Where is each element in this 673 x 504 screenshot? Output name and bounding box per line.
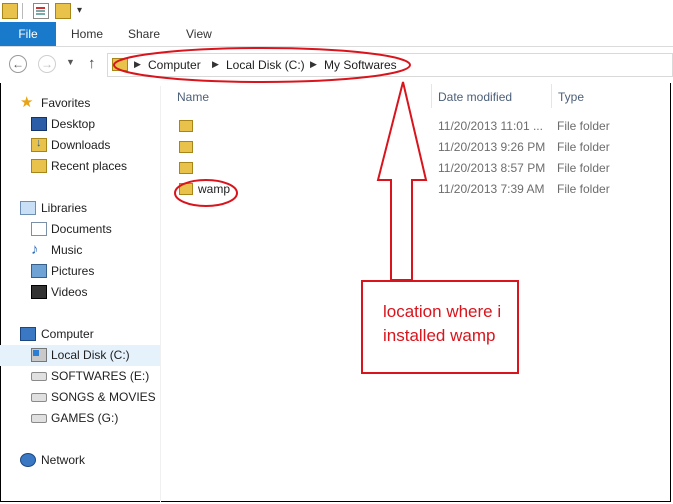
folder-icon <box>179 162 193 174</box>
column-separator[interactable] <box>551 84 552 108</box>
nav-label: Documents <box>51 222 112 236</box>
network-icon <box>20 453 36 467</box>
file-type: File folder <box>557 161 610 175</box>
navigation-bar: ← → ▼ ↑ ▶ Computer ▶ Local Disk (C:) ▶ M… <box>0 47 673 83</box>
column-separator[interactable] <box>431 84 432 108</box>
nav-recent-places[interactable]: Recent places <box>0 156 160 177</box>
computer-icon <box>20 327 36 341</box>
file-type: File folder <box>557 182 610 196</box>
breadcrumb-arrow-icon[interactable]: ▶ <box>310 59 317 70</box>
forward-icon[interactable]: → <box>38 55 56 73</box>
new-folder-icon[interactable] <box>55 3 71 19</box>
file-name: wamp <box>198 182 231 196</box>
nav-label: GAMES (G:) <box>51 411 119 425</box>
local-disk-icon <box>31 348 47 362</box>
annotation-text: location where i installed wamp <box>383 302 502 345</box>
column-header-type[interactable]: Type <box>558 90 584 104</box>
recent-locations-icon[interactable]: ▼ <box>66 57 75 67</box>
navigation-pane: ★ Favorites Desktop Downloads Recent pla… <box>0 86 160 502</box>
file-row-wamp[interactable]: wamp 11/20/2013 7:39 AM File folder <box>176 179 666 200</box>
breadcrumb-computer[interactable]: Computer <box>148 58 201 72</box>
folder-icon[interactable] <box>2 3 18 19</box>
up-icon[interactable]: ↑ <box>88 55 96 72</box>
title-bar: ▾ <box>0 0 673 22</box>
breadcrumb-arrow-icon[interactable]: ▶ <box>212 59 219 70</box>
file-row[interactable]: 11/20/2013 8:57 PM File folder <box>176 158 666 179</box>
address-folder-icon <box>112 58 128 71</box>
file-date: 11/20/2013 7:39 AM <box>438 182 545 196</box>
nav-desktop[interactable]: Desktop <box>0 114 160 135</box>
nav-label: SONGS & MOVIES (F <box>51 390 159 404</box>
breadcrumb-my-softwares[interactable]: My Softwares <box>324 58 397 72</box>
folder-icon <box>179 141 193 153</box>
nav-label: Music <box>51 243 83 257</box>
downloads-icon <box>31 137 47 152</box>
file-row[interactable]: 11/20/2013 9:26 PM File folder <box>176 137 666 158</box>
music-icon: ♪ <box>31 241 39 258</box>
tab-home[interactable]: Home <box>71 22 103 46</box>
file-date: 11/20/2013 11:01 ... <box>438 119 543 133</box>
breadcrumb-arrow-icon[interactable]: ▶ <box>134 59 141 70</box>
nav-label: Pictures <box>51 264 95 278</box>
ribbon-tabs: File Home Share View <box>0 22 673 47</box>
file-type: File folder <box>557 140 610 154</box>
annotation-callout: location where i installed wamp <box>361 280 519 374</box>
nav-label: Downloads <box>51 138 111 152</box>
file-date: 11/20/2013 8:57 PM <box>438 161 546 175</box>
properties-icon[interactable] <box>33 3 49 19</box>
nav-label: SOFTWARES (E:) <box>51 369 150 383</box>
column-header-date-modified[interactable]: Date modified <box>438 90 512 104</box>
nav-network[interactable]: Network <box>0 450 160 471</box>
nav-documents[interactable]: Documents <box>0 219 160 240</box>
nav-music[interactable]: ♪ Music <box>0 240 160 261</box>
nav-label: Local Disk (C:) <box>51 348 130 362</box>
nav-songs-movies-f[interactable]: SONGS & MOVIES (F <box>0 387 160 408</box>
customize-dropdown-icon[interactable]: ▾ <box>77 5 82 16</box>
drive-icon <box>31 414 47 423</box>
pane-divider[interactable] <box>160 86 161 502</box>
nav-label: Favorites <box>41 96 91 110</box>
file-date: 11/20/2013 9:26 PM <box>438 140 546 154</box>
nav-pictures[interactable]: Pictures <box>0 261 160 282</box>
nav-libraries[interactable]: Libraries <box>0 198 160 219</box>
star-icon: ★ <box>20 94 34 111</box>
tab-file[interactable]: File <box>0 22 56 46</box>
drive-icon <box>31 393 47 402</box>
nav-softwares-e[interactable]: SOFTWARES (E:) <box>0 366 160 387</box>
nav-label: Libraries <box>41 201 88 215</box>
drive-icon <box>31 372 47 381</box>
nav-label: Desktop <box>51 117 96 131</box>
nav-downloads[interactable]: Downloads <box>0 135 160 156</box>
nav-local-disk-c[interactable]: Local Disk (C:) <box>0 345 160 366</box>
nav-label: Recent places <box>51 159 128 173</box>
recent-places-icon <box>31 159 47 173</box>
libraries-icon <box>20 201 36 215</box>
column-header-name[interactable]: Name <box>177 90 209 104</box>
nav-computer[interactable]: Computer <box>0 324 160 345</box>
folder-icon <box>179 183 193 195</box>
nav-videos[interactable]: Videos <box>0 282 160 303</box>
folder-icon <box>179 120 193 132</box>
back-icon[interactable]: ← <box>9 55 27 73</box>
nav-label: Network <box>41 453 86 467</box>
tab-share[interactable]: Share <box>128 22 160 46</box>
file-type: File folder <box>557 119 610 133</box>
pictures-icon <box>31 264 47 278</box>
desktop-icon <box>31 117 47 131</box>
tab-view[interactable]: View <box>186 22 212 46</box>
nav-favorites[interactable]: ★ Favorites <box>0 93 160 114</box>
nav-games-g[interactable]: GAMES (G:) <box>0 408 160 429</box>
nav-label: Computer <box>41 327 94 341</box>
address-bar[interactable]: ▶ Computer ▶ Local Disk (C:) ▶ My Softwa… <box>107 53 673 77</box>
documents-icon <box>31 222 47 236</box>
videos-icon <box>31 285 47 299</box>
file-row[interactable]: 11/20/2013 11:01 ... File folder <box>176 116 666 137</box>
breadcrumb-local-disk[interactable]: Local Disk (C:) <box>226 58 305 72</box>
quick-access-separator <box>22 3 23 19</box>
nav-label: Videos <box>51 285 88 299</box>
